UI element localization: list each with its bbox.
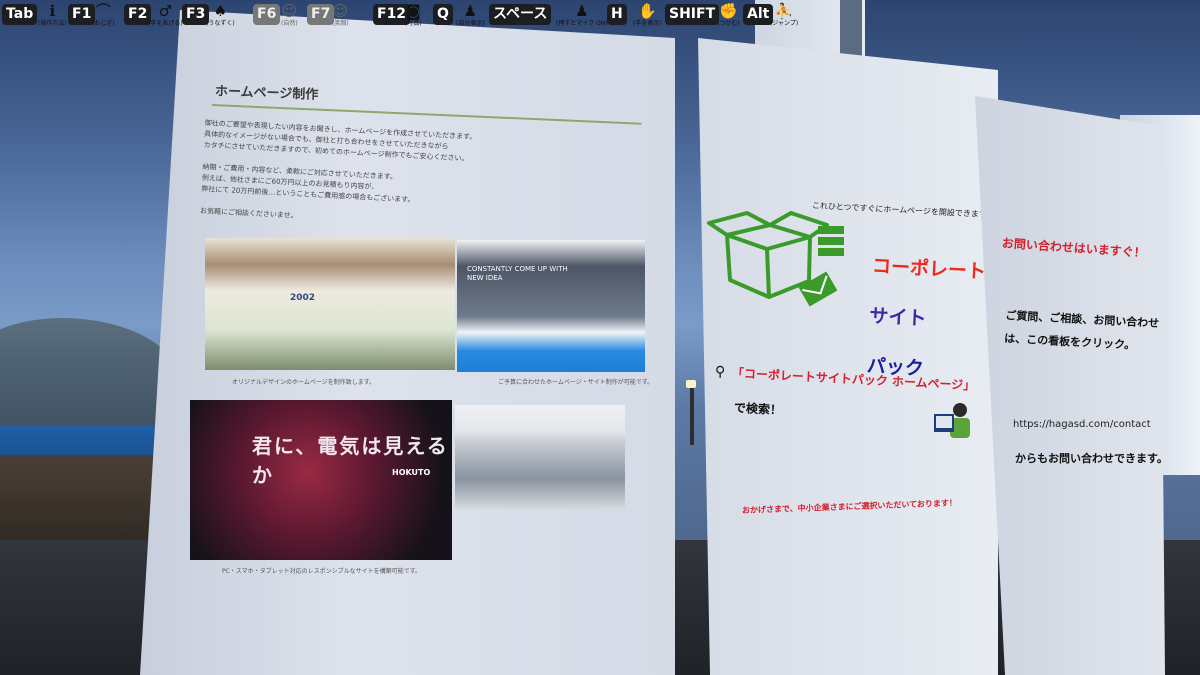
hotkey-label: (つかむ) <box>717 20 740 27</box>
hotkey-label: (笑顔) <box>332 20 349 27</box>
hotkey-label: (うなずく) <box>206 20 235 27</box>
hotkey-space-key: スペース <box>489 4 552 25</box>
hotkey-hint: ✋ (手を表示) <box>633 2 662 32</box>
camera-icon: ◙ <box>406 2 421 20</box>
hotkey-h-key: H <box>607 4 627 25</box>
hotkey-hint: ⌒ (おじぎ) <box>92 2 115 32</box>
hotkey-label: (写真) <box>405 20 422 27</box>
hotkey-hint: ♟ (押すとマイク ON) <box>556 2 608 32</box>
lamp-light <box>686 380 696 388</box>
contact-footer: からもお問い合わせできます。 <box>1015 452 1168 465</box>
hotkey-label: (手をあげる) <box>148 20 183 27</box>
sample-site-3-image: 君に、電気は見えるか HOKUTO <box>190 400 452 560</box>
mail-icon <box>798 271 838 307</box>
hotkey-label: (おじぎ) <box>92 20 115 27</box>
keyboard-hint-bar: Tab ℹ (操作方法) F1 ⌒ (おじぎ) F2 ♂ (手をあげる) F3 ♠ (うなずく) F6 ☺… <box>0 0 1200 34</box>
hotkey-f6-key: F6 <box>253 4 281 25</box>
sample-site-2-text: CONSTANTLY COME UP WITH NEW IDEA <box>467 265 568 282</box>
laugh-icon: ☺ <box>332 2 349 20</box>
sample-site-4-image <box>455 405 625 510</box>
sample-site-2-image: CONSTANTLY COME UP WITH NEW IDEA <box>457 240 645 372</box>
sample-caption-2: ご予算に合わせたホームページ・サイト制作が可能です。 <box>498 379 654 386</box>
server-icon <box>818 226 844 256</box>
raise-hand-icon: ♂ <box>158 2 173 20</box>
hotkey-q-key: Q <box>433 4 453 25</box>
background-hill <box>0 318 180 438</box>
jump-icon: ⛹ <box>774 2 794 20</box>
hotkey-tab-key: Tab <box>2 4 38 25</box>
hotkey-label: (操作方法) <box>38 20 67 27</box>
logo-line-2: サイト <box>868 305 927 330</box>
virtual-scene: ホームページ制作 御社のご要望や表現したい内容をお聞きし、ホームページを作成させ… <box>0 0 1200 675</box>
hotkey-hint: ⛹ (ジャンプ) <box>770 2 798 32</box>
sample-site-1-year: 2002 <box>290 293 316 303</box>
hotkey-label: (自然) <box>281 20 298 27</box>
hotkey-label: (手を表示) <box>633 20 662 27</box>
microphone-icon: ♟ <box>575 2 589 20</box>
smile-icon: ☺ <box>281 2 298 20</box>
hotkey-hint: ◙ (写真) <box>405 2 422 32</box>
board-title: ホームページ制作 <box>214 84 319 103</box>
hotkey-label: (自分表示) <box>456 20 485 27</box>
hotkey-hint: ☺ (笑顔) <box>332 2 349 32</box>
bow-icon: ⌒ <box>95 2 111 20</box>
person-laptop-icon <box>934 403 970 438</box>
hotkey-hint: ✊ (つかむ) <box>717 2 740 32</box>
grab-icon: ✊ <box>719 2 738 20</box>
hotkey-f7-key: F7 <box>307 4 335 25</box>
contact-body: ご質問、ご相談、お問い合わせ は、この看板をクリック。 <box>1003 308 1160 352</box>
sample-site-3-brand: HOKUTO <box>392 468 431 477</box>
hotkey-hint: ♂ (手をあげる) <box>148 2 183 32</box>
hotkey-hint: ♟ (自分表示) <box>456 2 485 32</box>
hand-icon: ✋ <box>638 2 657 20</box>
hotkey-label: (押すとマイク ON) <box>556 20 608 27</box>
product-logo: コーポレート サイト パック <box>866 229 988 385</box>
sample-caption-1: オリジナルデザインのホームページを制作致します。 <box>232 379 376 386</box>
sample-site-3-headline: 君に、電気は見えるか <box>252 434 449 487</box>
person-add-icon: ♟ <box>463 2 478 20</box>
nod-icon: ♠ <box>213 2 228 20</box>
hotkey-hint: ℹ (操作方法) <box>38 2 67 32</box>
logo-line-1: コーポレート <box>871 255 987 284</box>
sample-site-1-image: 2002 <box>205 238 455 370</box>
hotkey-shift-key: SHIFT <box>665 4 720 25</box>
hotkey-hint: ☺ (自然) <box>281 2 298 32</box>
search-icon: ⚲ <box>715 364 726 380</box>
search-suffix: で検索！ <box>733 400 783 418</box>
info-icon: ℹ <box>49 2 56 20</box>
hotkey-alt-key: Alt <box>743 4 774 25</box>
hotkey-label: (ジャンプ) <box>770 20 799 27</box>
lamp-post <box>690 385 694 445</box>
contact-url[interactable]: https://hagasd.com/contact <box>1013 419 1151 430</box>
sample-caption-3: PC・スマホ・タブレット対応のレスポンシブルなサイトを構築可能です。 <box>222 568 422 575</box>
hotkey-hint: ♠ (うなずく) <box>206 2 235 32</box>
